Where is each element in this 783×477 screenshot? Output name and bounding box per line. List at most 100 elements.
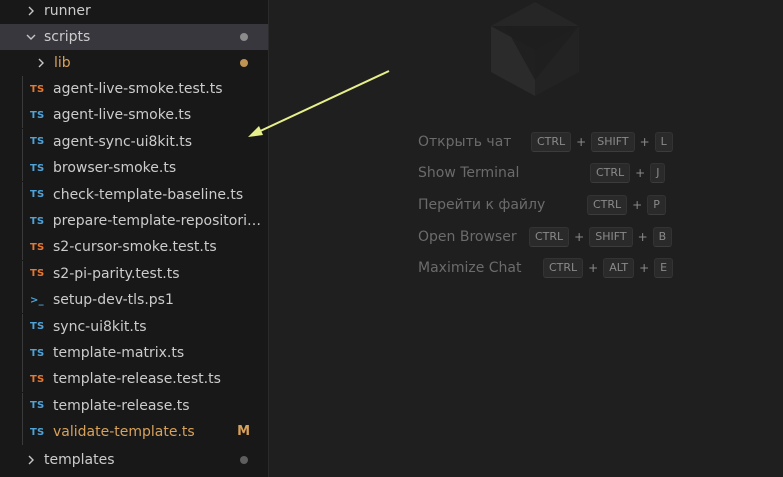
file-label: template-release.test.ts (53, 371, 221, 388)
status-dot (240, 59, 248, 67)
plus-separator: + (639, 261, 650, 275)
modified-badge: M (237, 424, 250, 440)
typescript-icon: TS (30, 321, 45, 333)
keycap: E (654, 258, 674, 278)
file-label: template-matrix.ts (53, 345, 185, 361)
cursor-logo-icon (491, 2, 579, 96)
typescript-test-icon: TS (30, 241, 45, 253)
file-item[interactable]: TS s2-pi-parity.test.ts (0, 260, 268, 287)
file-item[interactable]: TS sync-ui8kit.ts (0, 313, 268, 340)
shortcut-label: Show Terminal (418, 165, 520, 181)
plus-separator: + (637, 230, 648, 244)
typescript-icon: TS (30, 426, 45, 438)
file-label: check-template-baseline.ts (53, 186, 244, 203)
chevron-down-icon (24, 30, 38, 44)
indent-guide (22, 340, 23, 366)
keycap: J (650, 163, 666, 183)
file-item[interactable]: TS agent-live-smoke.test.ts (0, 76, 268, 102)
file-label: prepare-template-repositorie... (52, 213, 269, 229)
keycap: ALT (603, 258, 635, 278)
keycap: CTRL (590, 163, 631, 183)
typescript-test-icon: TS (30, 268, 45, 280)
file-item[interactable]: TS template-release.ts (0, 392, 268, 419)
typescript-icon: TS (30, 109, 45, 121)
file-label: validate-template.ts (53, 424, 195, 441)
shortcut-label: Перейти к файлу (418, 197, 546, 213)
folder-lib[interactable]: lib (0, 50, 268, 76)
file-label: s2-pi-parity.test.ts (53, 265, 180, 282)
shortcut-label: Maximize Chat (418, 260, 522, 276)
file-item[interactable]: TS template-matrix.ts (0, 340, 268, 366)
file-item[interactable]: TS template-release.test.ts (0, 366, 268, 393)
file-item[interactable]: TS s2-cursor-smoke.test.ts (0, 234, 268, 261)
file-item[interactable]: TS check-template-baseline.ts (0, 181, 268, 208)
typescript-icon: TS (30, 189, 45, 201)
shortcut-label: Открыть чат (418, 134, 512, 150)
indent-guide (22, 181, 23, 208)
shortcut-label: Open Browser (418, 229, 517, 245)
keycap: L (654, 132, 673, 152)
plus-separator: + (588, 261, 599, 275)
chevron-right-icon (34, 56, 48, 70)
indent-guide (22, 260, 23, 287)
typescript-icon: TS (30, 136, 45, 148)
file-item[interactable]: TS browser-smoke.ts (0, 155, 268, 182)
plus-separator: + (632, 198, 643, 212)
file-item[interactable]: TS agent-live-smoke.ts (0, 102, 268, 129)
folder-templates[interactable]: templates (0, 447, 268, 473)
indent-guide (22, 128, 23, 155)
indent-guide (22, 392, 23, 419)
file-item[interactable]: >_ setup-dev-tls.ps1 (0, 287, 268, 314)
plus-separator: + (639, 135, 650, 149)
indent-guide (22, 208, 23, 234)
folder-label: templates (44, 452, 115, 468)
shortcut-keys: CTRL + ALT + E (543, 258, 674, 278)
file-label: agent-live-smoke.ts (53, 107, 192, 124)
shortcut-keys: CTRL + P (587, 195, 666, 215)
shortcut-keys: CTRL + SHIFT + B (529, 227, 673, 247)
file-label: setup-dev-tls.ps1 (53, 292, 174, 309)
file-label: sync-ui8kit.ts (53, 318, 147, 335)
indent-guide (22, 155, 23, 182)
keycap: SHIFT (591, 132, 635, 152)
folder-label: scripts (44, 29, 91, 45)
indent-guide (22, 419, 23, 446)
keycap: SHIFT (589, 227, 633, 247)
shortcut-keys: CTRL + SHIFT + L (531, 132, 673, 152)
keycap: CTRL (543, 258, 584, 278)
file-item[interactable]: TS prepare-template-repositorie... (0, 208, 268, 234)
status-dot (240, 456, 248, 464)
folder-scripts[interactable]: scripts (0, 24, 268, 50)
file-item[interactable]: TS validate-template.ts M (0, 419, 268, 446)
indent-guide (22, 76, 23, 102)
indent-guide (22, 234, 23, 261)
file-item[interactable]: TS agent-sync-ui8kit.ts (0, 128, 268, 155)
folder-runner[interactable]: runner (0, 0, 268, 24)
file-label: agent-sync-ui8kit.ts (53, 133, 193, 150)
keycap: P (647, 195, 666, 215)
indent-guide (22, 102, 23, 129)
typescript-icon: TS (30, 347, 45, 359)
indent-guide (22, 313, 23, 340)
keycap: CTRL (529, 227, 570, 247)
indent-guide (22, 366, 23, 393)
keycap: CTRL (531, 132, 572, 152)
indent-guide (22, 287, 23, 314)
keycap: B (652, 227, 673, 247)
file-label: template-release.ts (53, 397, 190, 414)
file-label: agent-live-smoke.test.ts (53, 81, 223, 97)
typescript-icon: TS (29, 215, 45, 227)
powershell-icon: >_ (30, 294, 44, 306)
plus-separator: + (635, 166, 646, 180)
typescript-icon: TS (30, 162, 45, 174)
typescript-test-icon: TS (30, 83, 45, 95)
chevron-right-icon (24, 453, 38, 467)
keycap: CTRL (587, 195, 628, 215)
file-label: browser-smoke.ts (53, 160, 177, 177)
typescript-icon: TS (30, 400, 45, 412)
chevron-right-icon (24, 4, 38, 18)
folder-label: lib (54, 55, 71, 71)
folder-label: runner (44, 3, 91, 19)
explorer-sidebar: runner scripts lib TS agent-live-smoke.te… (0, 0, 269, 477)
typescript-test-icon: TS (30, 373, 45, 385)
